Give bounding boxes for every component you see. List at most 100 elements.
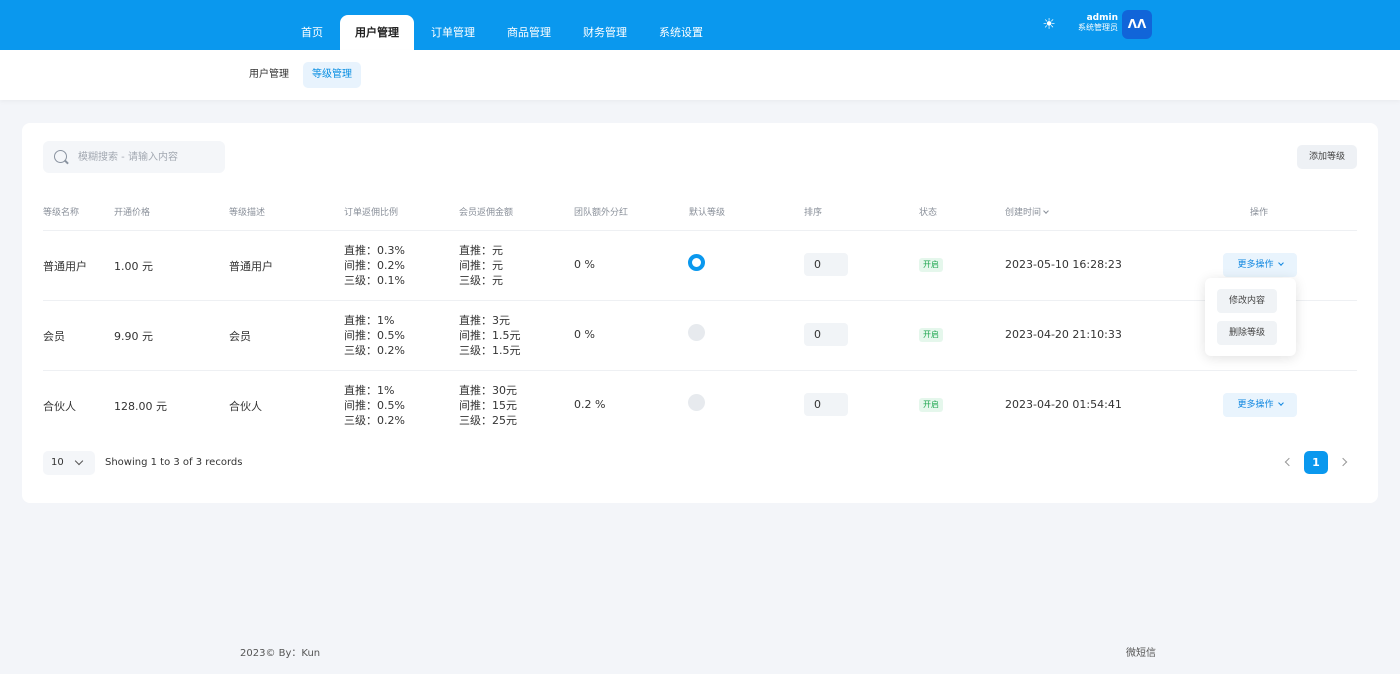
level-desc: 合伙人 bbox=[229, 400, 262, 413]
page-1-button[interactable]: 1 bbox=[1304, 451, 1328, 474]
level-price: 9.90 元 bbox=[114, 330, 153, 343]
column-header-bonus: 团队额外分红 bbox=[574, 208, 629, 218]
logo-icon: ΛΛ bbox=[1127, 17, 1147, 31]
created-time: 2023-04-20 21:10:33 bbox=[1005, 328, 1122, 341]
edit-content-option[interactable]: 修改内容 bbox=[1217, 289, 1277, 313]
level-ratio: 直推：0.3% 间推：0.2% 三级：0.1% bbox=[344, 243, 405, 288]
default-radio[interactable] bbox=[688, 324, 705, 341]
ratio-indirect: 间推：0.2% bbox=[344, 259, 405, 272]
level-ratio: 直推：1% 间推：0.5% 三级：0.2% bbox=[344, 313, 405, 358]
ratio-direct: 直推：1% bbox=[344, 314, 395, 327]
default-radio[interactable] bbox=[688, 254, 705, 271]
add-level-button[interactable]: 添加等级 bbox=[1297, 145, 1357, 169]
nav-system-settings[interactable]: 系统设置 bbox=[644, 16, 718, 50]
subnav-level-management[interactable]: 等级管理 bbox=[303, 62, 361, 88]
avatar[interactable]: ΛΛ bbox=[1122, 10, 1152, 39]
level-name: 合伙人 bbox=[43, 400, 76, 413]
ratio-direct: 直推：1% bbox=[344, 384, 395, 397]
column-header-sort: 排序 bbox=[804, 208, 823, 218]
ratio-indirect: 间推：0.5% bbox=[344, 399, 405, 412]
top-nav-bar: 首页 用户管理 订单管理 商品管理 财务管理 系统设置 ☀ admin 系统管理… bbox=[0, 0, 1400, 50]
subnav-user-management[interactable]: 用户管理 bbox=[240, 62, 298, 88]
sort-input[interactable]: 0 bbox=[804, 253, 848, 276]
sort-down-icon bbox=[1043, 208, 1049, 214]
more-actions-button[interactable]: 更多操作 bbox=[1223, 393, 1297, 417]
ratio-third: 三级：0.2% bbox=[344, 344, 405, 357]
level-amount: 直推：30元 间推：15元 三级：25元 bbox=[459, 383, 517, 428]
page-size-value: 10 bbox=[51, 457, 64, 468]
level-bonus: 0 % bbox=[574, 258, 595, 271]
column-header-created[interactable]: 创建时间 bbox=[1005, 205, 1049, 218]
main-nav: 首页 用户管理 订单管理 商品管理 财务管理 系统设置 bbox=[286, 0, 720, 50]
column-header-desc: 等级描述 bbox=[229, 208, 266, 218]
level-price: 1.00 元 bbox=[114, 260, 153, 273]
more-actions-button[interactable]: 更多操作 bbox=[1223, 253, 1297, 277]
amount-third: 三级：1.5元 bbox=[459, 344, 521, 357]
footer-link[interactable]: 微短信 bbox=[1126, 644, 1156, 659]
amount-direct: 直推：30元 bbox=[459, 384, 517, 397]
more-actions-dropdown: 修改内容 删除等级 bbox=[1205, 278, 1296, 356]
amount-direct: 直推：元 bbox=[459, 244, 503, 257]
table-row: 合伙人 128.00 元 合伙人 直推：1% 间推：0.5% 三级：0.2% 直… bbox=[22, 370, 1378, 440]
column-header-ratio: 订单返佣比例 bbox=[344, 208, 399, 218]
nav-user-management[interactable]: 用户管理 bbox=[340, 15, 414, 50]
nav-home[interactable]: 首页 bbox=[286, 16, 338, 50]
ratio-third: 三级：0.2% bbox=[344, 414, 405, 427]
status-badge: 开启 bbox=[919, 258, 943, 272]
delete-level-option[interactable]: 删除等级 bbox=[1217, 321, 1277, 345]
nav-finance-management[interactable]: 财务管理 bbox=[568, 16, 642, 50]
level-amount: 直推：元 间推：元 三级：元 bbox=[459, 243, 503, 288]
user-info[interactable]: admin 系统管理员 bbox=[1066, 14, 1118, 32]
sub-nav-bar: 用户管理 等级管理 bbox=[0, 50, 1400, 100]
records-info: Showing 1 to 3 of 3 records bbox=[105, 457, 243, 468]
level-amount: 直推：3元 间推：1.5元 三级：1.5元 bbox=[459, 313, 521, 358]
status-badge: 开启 bbox=[919, 328, 943, 342]
column-header-default: 默认等级 bbox=[689, 208, 726, 218]
user-name: admin bbox=[1086, 13, 1118, 23]
chevron-down-icon bbox=[1277, 260, 1284, 266]
default-radio[interactable] bbox=[688, 394, 705, 411]
ratio-third: 三级：0.1% bbox=[344, 274, 405, 287]
footer-copyright: 2023© By：Kun bbox=[240, 648, 321, 659]
more-actions-label: 更多操作 bbox=[1237, 400, 1274, 410]
status-badge: 开启 bbox=[919, 398, 943, 412]
level-desc: 普通用户 bbox=[229, 260, 273, 273]
level-name: 普通用户 bbox=[43, 260, 87, 273]
sort-input[interactable]: 0 bbox=[804, 393, 848, 416]
level-price: 128.00 元 bbox=[114, 400, 167, 413]
more-actions-label: 更多操作 bbox=[1237, 260, 1274, 270]
next-page-icon[interactable] bbox=[1338, 457, 1348, 467]
page-size-select[interactable]: 10 bbox=[43, 451, 95, 475]
nav-order-management[interactable]: 订单管理 bbox=[416, 16, 490, 50]
chevron-down-icon bbox=[1277, 400, 1284, 406]
search-input[interactable] bbox=[78, 141, 218, 173]
amount-third: 三级：25元 bbox=[459, 414, 517, 427]
search-icon bbox=[54, 150, 67, 163]
sun-icon[interactable]: ☀ bbox=[1041, 16, 1057, 32]
level-bonus: 0.2 % bbox=[574, 398, 606, 411]
column-header-action: 操作 bbox=[1250, 208, 1269, 218]
level-table-card: 添加等级 等级名称 开通价格 等级描述 订单返佣比例 会员返佣金额 团队额外分红… bbox=[22, 123, 1378, 503]
chevron-down-icon bbox=[74, 456, 84, 466]
amount-indirect: 间推：1.5元 bbox=[459, 329, 521, 342]
level-desc: 会员 bbox=[229, 330, 251, 343]
search-box bbox=[43, 141, 225, 173]
table-row: 普通用户 1.00 元 普通用户 直推：0.3% 间推：0.2% 三级：0.1%… bbox=[22, 230, 1378, 300]
column-header-name: 等级名称 bbox=[43, 208, 80, 218]
table-row: 会员 9.90 元 会员 直推：1% 间推：0.5% 三级：0.2% 直推：3元… bbox=[22, 300, 1378, 370]
amount-indirect: 间推：15元 bbox=[459, 399, 517, 412]
amount-direct: 直推：3元 bbox=[459, 314, 510, 327]
nav-product-management[interactable]: 商品管理 bbox=[492, 16, 566, 50]
sort-input[interactable]: 0 bbox=[804, 323, 848, 346]
created-time: 2023-04-20 01:54:41 bbox=[1005, 398, 1122, 411]
column-header-status: 状态 bbox=[919, 208, 938, 218]
level-bonus: 0 % bbox=[574, 328, 595, 341]
column-header-price: 开通价格 bbox=[114, 208, 151, 218]
ratio-direct: 直推：0.3% bbox=[344, 244, 405, 257]
amount-third: 三级：元 bbox=[459, 274, 503, 287]
user-role: 系统管理员 bbox=[1078, 23, 1118, 32]
level-name: 会员 bbox=[43, 330, 65, 343]
amount-indirect: 间推：元 bbox=[459, 259, 503, 272]
column-header-amount: 会员返佣金额 bbox=[459, 208, 514, 218]
prev-page-icon[interactable] bbox=[1284, 457, 1294, 467]
